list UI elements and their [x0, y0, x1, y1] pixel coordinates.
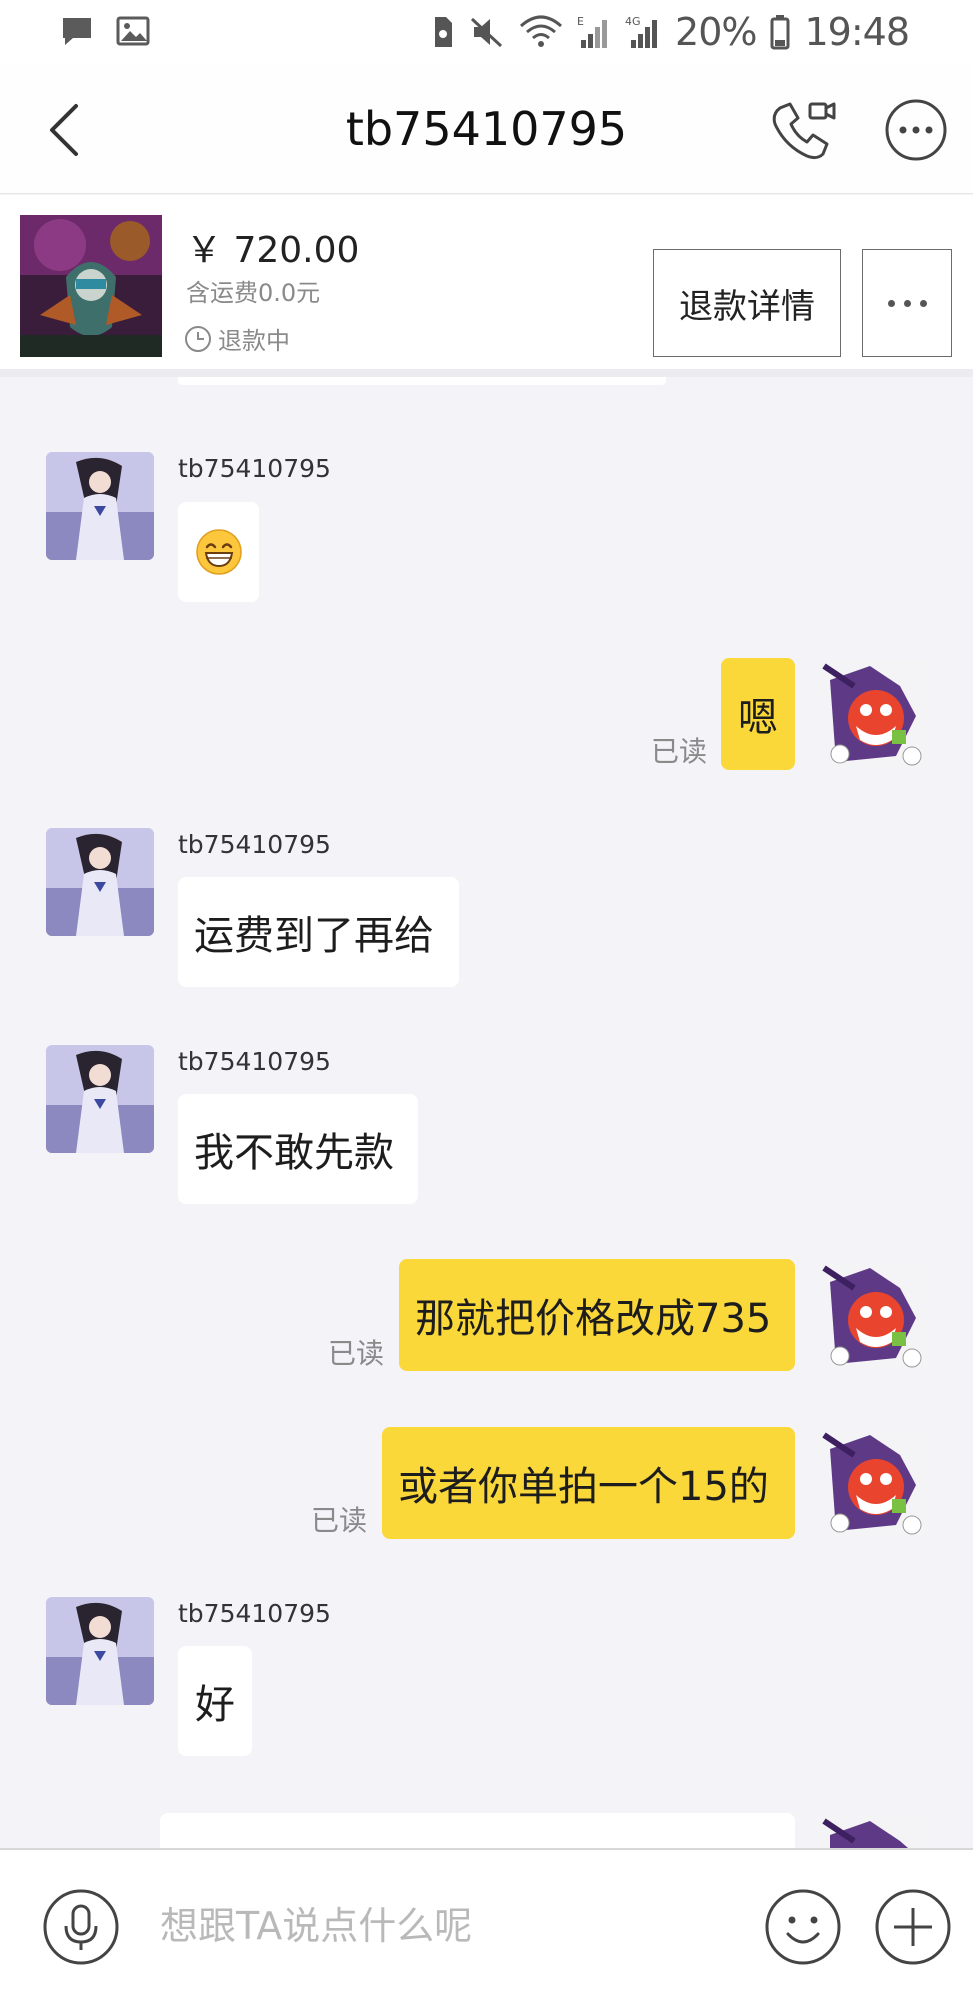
contact-avatar[interactable] — [46, 828, 154, 936]
status-bar-system: E 4G 20% 19:48 — [431, 10, 910, 54]
message-bubble-partial[interactable] — [160, 1813, 795, 1848]
sender-name: tb75410795 — [178, 454, 331, 483]
order-card[interactable]: ￥ 720.00 含运费0.0元 退款中 退款详情 — [0, 195, 973, 377]
message-bubble-outgoing[interactable]: 嗯 — [721, 658, 795, 770]
svg-text:E: E — [577, 15, 584, 28]
order-more-button[interactable] — [862, 249, 952, 357]
message-bubble-incoming[interactable]: 运费到了再给 — [178, 877, 459, 987]
order-status-text: 退款中 — [218, 327, 290, 355]
order-shipping: 含运费0.0元 — [186, 279, 321, 307]
read-receipt: 已读 — [651, 735, 708, 768]
read-receipt: 已读 — [311, 1504, 368, 1537]
message-input[interactable] — [160, 1884, 730, 1968]
contact-avatar[interactable] — [46, 1045, 154, 1153]
image-icon — [116, 16, 150, 46]
svg-text:4G: 4G — [625, 15, 641, 28]
plus-icon[interactable] — [874, 1888, 952, 1966]
message-bubble-outgoing[interactable]: 那就把价格改成735 — [399, 1259, 795, 1371]
mute-icon — [470, 17, 503, 48]
message-bubble-incoming[interactable]: 我不敢先款 — [178, 1094, 418, 1204]
microphone-icon[interactable] — [42, 1888, 120, 1966]
battery-percent: 20% — [675, 10, 757, 54]
my-avatar[interactable] — [820, 1429, 928, 1537]
status-bar: E 4G 20% 19:48 — [0, 0, 973, 64]
order-price: ￥ 720.00 — [186, 230, 360, 271]
dot — [887, 299, 895, 307]
signal-4g-icon: 4G — [625, 15, 658, 48]
previous-message-bubble — [178, 377, 666, 385]
signal-e-icon: E — [577, 15, 608, 48]
grinning-face-icon — [195, 529, 242, 575]
contact-avatar[interactable] — [46, 452, 154, 560]
sender-name: tb75410795 — [178, 1047, 331, 1076]
chat-message-list[interactable]: tb75410795 已读 嗯 tb75410795 运费到了再给 tb7541… — [0, 377, 973, 1848]
clock-icon — [185, 325, 211, 352]
video-call-icon[interactable] — [768, 98, 836, 164]
contact-avatar[interactable] — [46, 1597, 154, 1705]
my-avatar[interactable] — [820, 660, 928, 768]
status-bar-notifications — [60, 14, 150, 48]
my-avatar[interactable] — [820, 1815, 928, 1848]
message-bubble-outgoing[interactable]: 或者你单拍一个15的 — [382, 1427, 795, 1539]
clock: 19:48 — [804, 10, 910, 54]
message-bubble-incoming[interactable]: 好 — [178, 1646, 252, 1756]
sender-name: tb75410795 — [178, 1599, 331, 1628]
message-input-bar — [0, 1848, 973, 2000]
battery-icon — [770, 15, 790, 50]
more-icon[interactable] — [884, 98, 948, 162]
wifi-icon — [520, 15, 563, 47]
read-receipt: 已读 — [328, 1337, 385, 1370]
dot — [903, 299, 911, 307]
sender-name: tb75410795 — [178, 830, 331, 859]
product-thumbnail[interactable] — [20, 215, 162, 357]
dot — [919, 299, 927, 307]
refund-details-button[interactable]: 退款详情 — [653, 249, 841, 357]
my-avatar[interactable] — [820, 1262, 928, 1370]
message-icon — [63, 18, 91, 45]
message-bubble-incoming[interactable] — [178, 502, 259, 602]
sim-icon — [435, 17, 453, 47]
emoji-icon[interactable] — [764, 1888, 842, 1966]
order-status: 退款中 — [184, 321, 290, 356]
chat-header: tb75410795 — [0, 64, 973, 194]
